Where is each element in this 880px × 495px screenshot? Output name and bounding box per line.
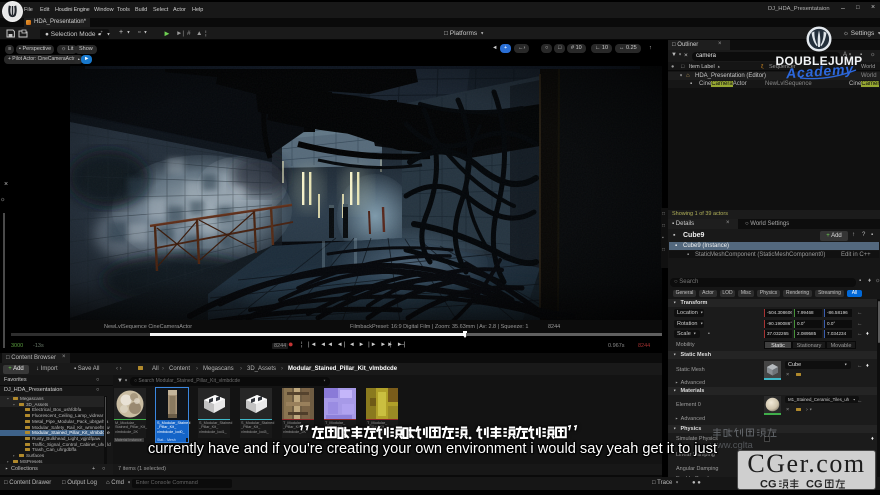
svg-text:CG: CG [806, 479, 823, 491]
svg-text:CG: CG [760, 479, 777, 491]
